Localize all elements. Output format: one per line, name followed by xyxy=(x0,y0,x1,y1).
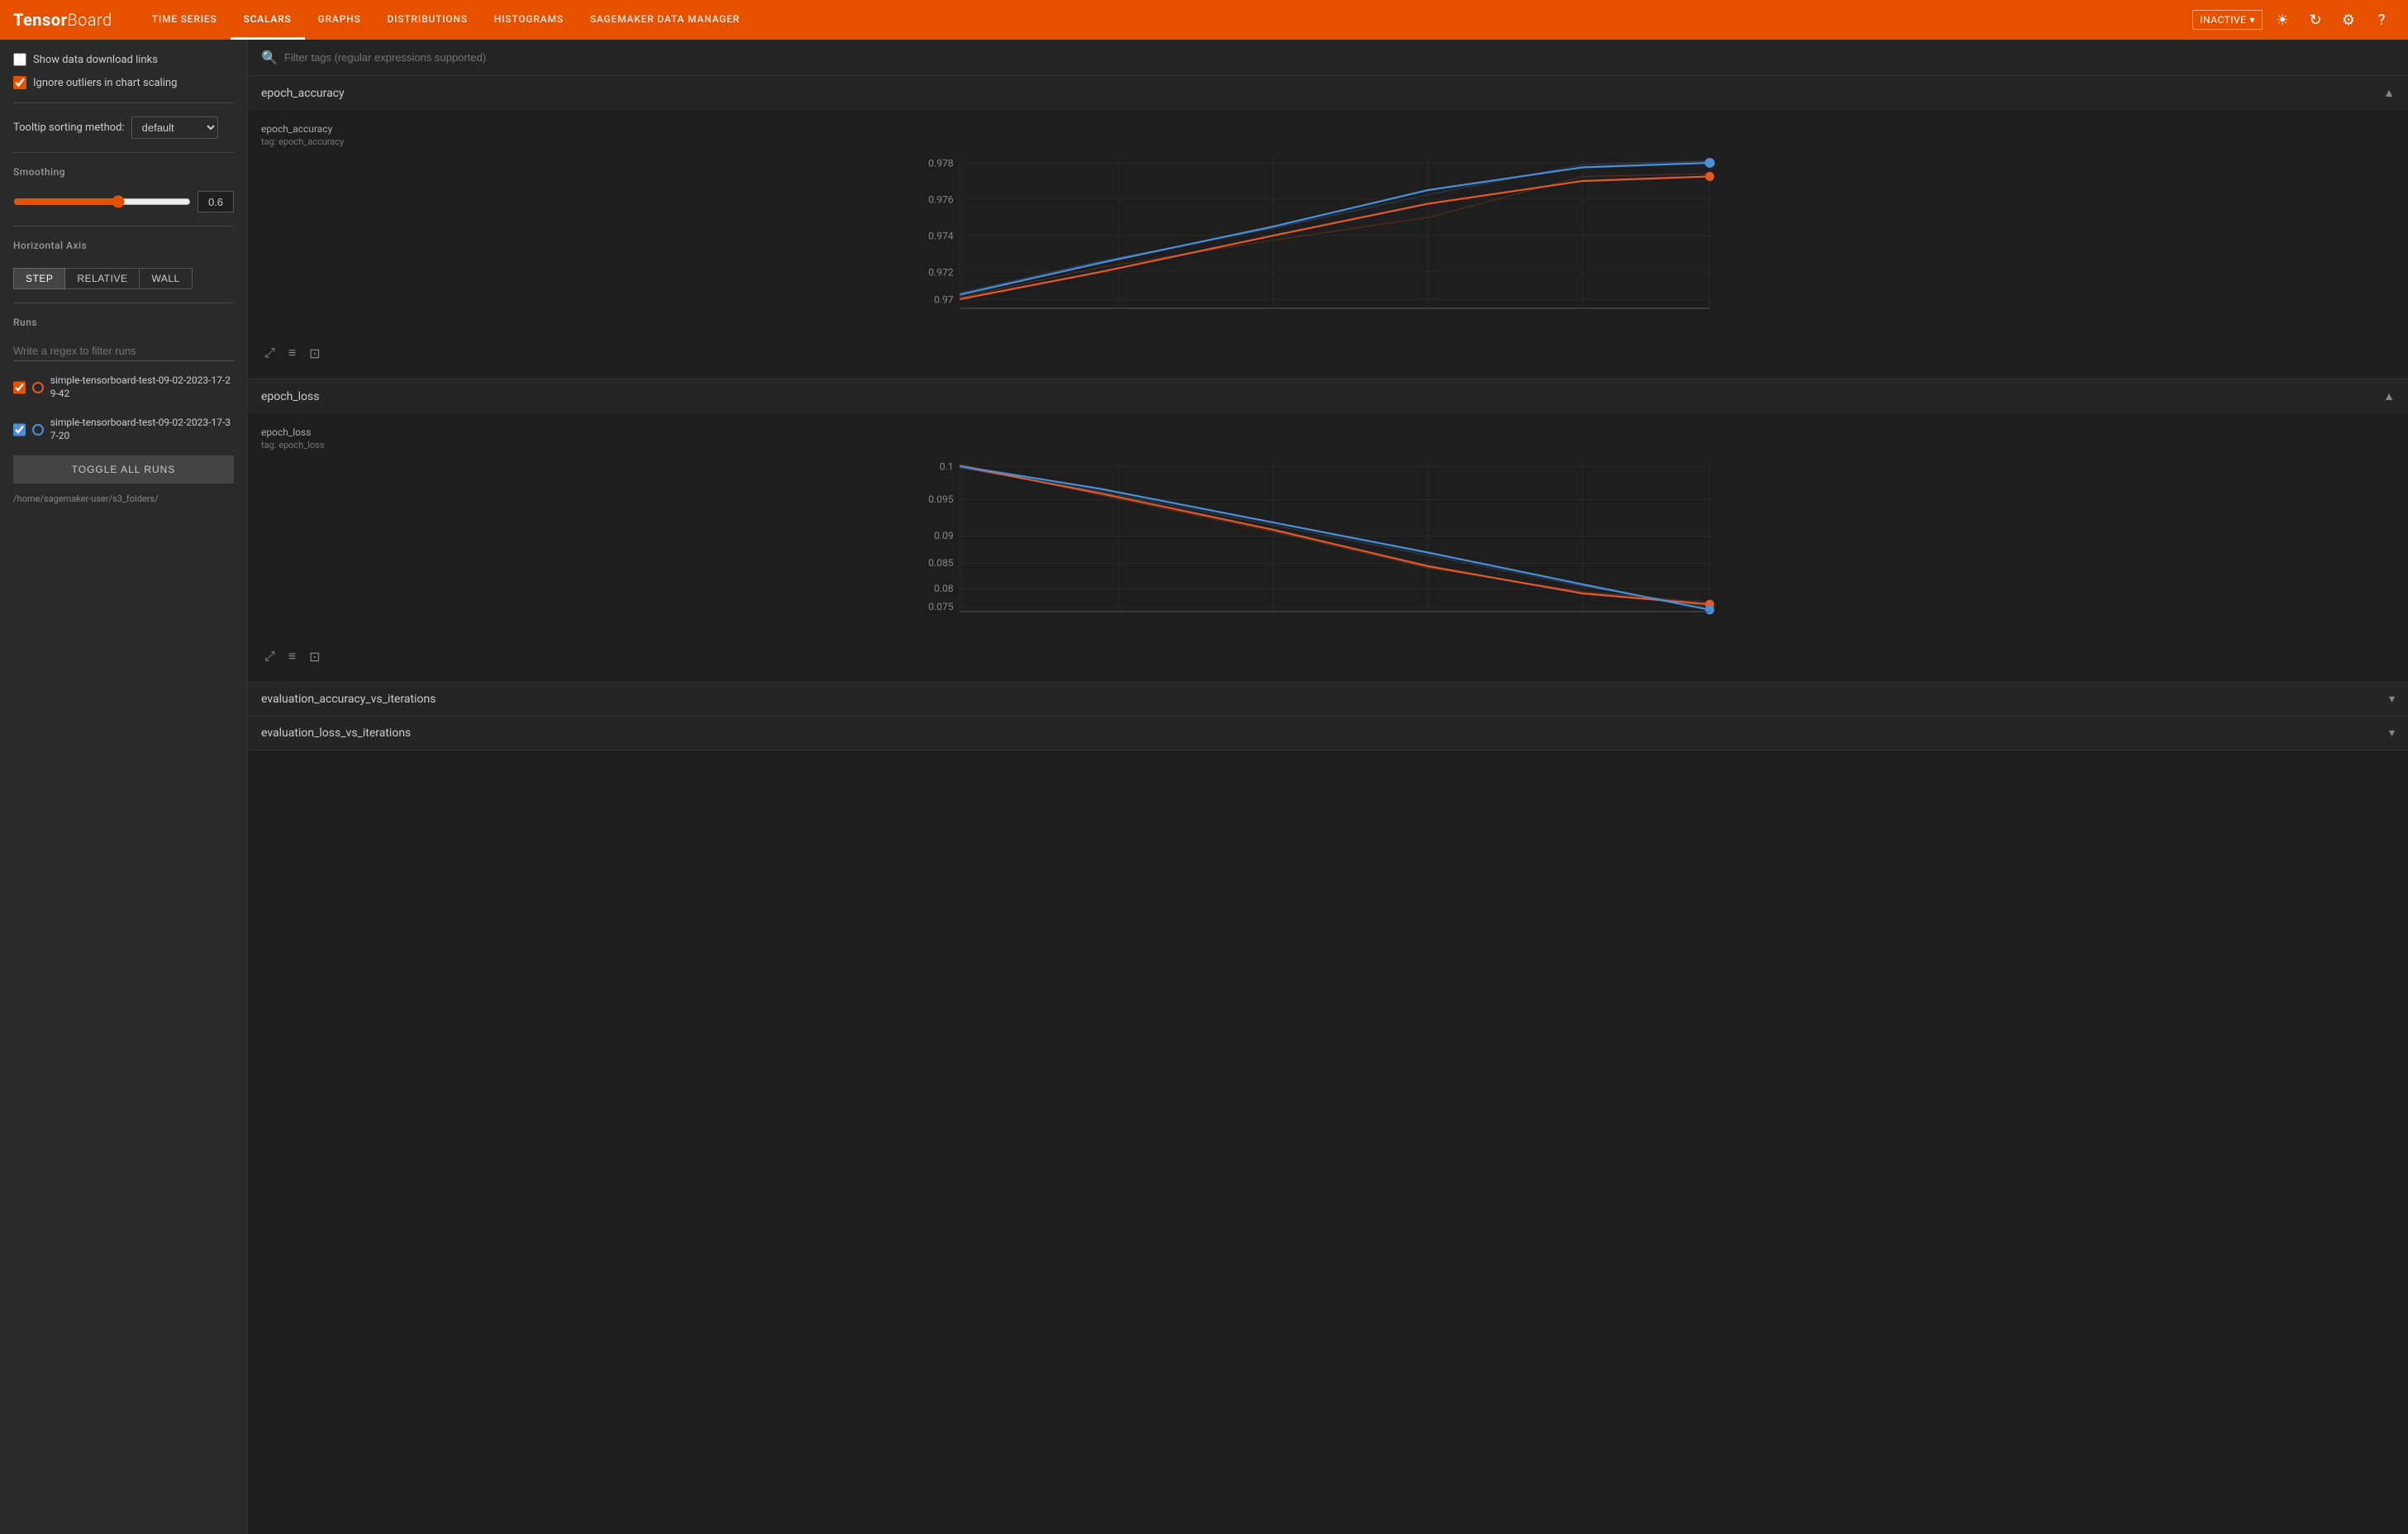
nav-distributions[interactable]: DISTRIBUTIONS xyxy=(374,0,481,40)
filter-input[interactable] xyxy=(284,51,2395,64)
axis-relative-button[interactable]: RELATIVE xyxy=(65,268,140,289)
epoch-loss-title: epoch_loss xyxy=(261,390,319,403)
toggle-all-runs-button[interactable]: TOGGLE ALL RUNS xyxy=(13,455,234,484)
filter-bar: 🔍 xyxy=(248,40,2408,76)
nav-graphs[interactable]: GRAPHS xyxy=(305,0,374,40)
settings-icon[interactable]: ⚙ xyxy=(2335,7,2362,33)
run-2-checkbox[interactable] xyxy=(13,423,26,436)
tooltip-select[interactable]: default ascending descending xyxy=(131,117,218,139)
image-button[interactable]: ⊡ xyxy=(306,342,323,365)
axis-step-button[interactable]: STEP xyxy=(13,268,65,289)
refresh-icon[interactable]: ↻ xyxy=(2302,7,2329,33)
divider-1 xyxy=(13,102,234,103)
epoch-loss-svg: 0.1 0.095 0.09 0.085 0.08 0.075 xyxy=(261,457,2395,639)
run-1-name: simple-tensorboard-test-09-02-2023-17-29… xyxy=(50,374,234,400)
run-1-color-circle xyxy=(32,382,44,393)
expand-chart-button[interactable]: ⤢ xyxy=(261,342,278,365)
nav-scalars[interactable]: SCALARS xyxy=(231,0,305,40)
eval-loss-title: evaluation_loss_vs_iterations xyxy=(261,727,411,740)
logo-text1: Tensor xyxy=(13,10,67,30)
svg-text:0.976: 0.976 xyxy=(928,193,954,205)
eval-accuracy-chevron: ▾ xyxy=(2389,693,2395,706)
eval-accuracy-header[interactable]: evaluation_accuracy_vs_iterations ▾ xyxy=(248,683,2408,716)
epoch-loss-body: epoch_loss tag: epoch_loss 0.1 0.095 0.0… xyxy=(248,413,2408,682)
smoothing-label: Smoothing xyxy=(13,166,234,178)
logo: TensorBoard xyxy=(13,10,112,30)
eval-accuracy-section: evaluation_accuracy_vs_iterations ▾ xyxy=(248,683,2408,717)
show-data-links-checkbox[interactable]: Show data download links xyxy=(13,53,234,66)
folder-path: /home/sagemaker-user/s3_folders/ xyxy=(13,493,234,504)
axis-wall-button[interactable]: WALL xyxy=(140,268,192,289)
epoch-accuracy-chart: 0.978 0.976 0.974 0.972 0.97 xyxy=(261,154,2395,336)
expand-loss-chart-button[interactable]: ⤢ xyxy=(261,646,278,669)
epoch-loss-chart-subtitle: tag: epoch_loss xyxy=(261,440,2395,450)
axis-label: Horizontal Axis xyxy=(13,240,234,251)
smoothing-slider[interactable] xyxy=(13,195,191,208)
epoch-accuracy-section: epoch_accuracy ▲ epoch_accuracy tag: epo… xyxy=(248,76,2408,379)
header: TensorBoard TIME SERIES SCALARS GRAPHS D… xyxy=(0,0,2408,40)
svg-text:0.1: 0.1 xyxy=(940,460,954,472)
smoothing-row: 0.6 xyxy=(13,191,234,212)
epoch-accuracy-chart-title: epoch_accuracy xyxy=(261,123,2395,135)
eval-loss-header[interactable]: evaluation_loss_vs_iterations ▾ xyxy=(248,717,2408,750)
epoch-accuracy-chevron: ▲ xyxy=(2383,86,2395,100)
epoch-accuracy-body: epoch_accuracy tag: epoch_accuracy 0.978… xyxy=(248,110,2408,379)
tooltip-row: Tooltip sorting method: default ascendin… xyxy=(13,117,234,139)
logo-text2: Board xyxy=(67,10,112,30)
svg-text:0.974: 0.974 xyxy=(928,230,954,241)
svg-text:0.97: 0.97 xyxy=(934,293,954,305)
svg-text:0.978: 0.978 xyxy=(928,157,954,169)
svg-text:0.972: 0.972 xyxy=(928,266,954,278)
run-item-1[interactable]: simple-tensorboard-test-09-02-2023-17-29… xyxy=(13,371,234,403)
epoch-loss-header[interactable]: epoch_loss ▲ xyxy=(248,379,2408,413)
image-loss-button[interactable]: ⊡ xyxy=(306,646,323,669)
chevron-down-icon: ▾ xyxy=(2249,14,2255,26)
epoch-accuracy-actions: ⤢ ≡ ⊡ xyxy=(261,342,2395,365)
epoch-accuracy-header[interactable]: epoch_accuracy ▲ xyxy=(248,76,2408,110)
svg-text:0.085: 0.085 xyxy=(928,557,954,569)
status-dropdown[interactable]: INACTIVE ▾ xyxy=(2192,10,2263,30)
svg-text:0.08: 0.08 xyxy=(934,583,954,594)
nav-sagemaker[interactable]: SAGEMAKER DATA MANAGER xyxy=(577,0,753,40)
epoch-loss-chevron: ▲ xyxy=(2383,389,2395,403)
list-view-button[interactable]: ≡ xyxy=(285,342,299,365)
brightness-icon[interactable]: ☀ xyxy=(2269,7,2296,33)
layout: Show data download links Ignore outliers… xyxy=(0,40,2408,1534)
run-item-2[interactable]: simple-tensorboard-test-09-02-2023-17-37… xyxy=(13,413,234,445)
divider-2 xyxy=(13,152,234,153)
ignore-outliers-checkbox[interactable]: Ignore outliers in chart scaling xyxy=(13,76,234,89)
epoch-loss-chart-title: epoch_loss xyxy=(261,426,2395,438)
eval-accuracy-title: evaluation_accuracy_vs_iterations xyxy=(261,693,435,706)
help-icon[interactable]: ? xyxy=(2368,7,2395,33)
header-right: INACTIVE ▾ ☀ ↻ ⚙ ? xyxy=(2192,7,2395,33)
svg-text:0.075: 0.075 xyxy=(928,601,954,612)
nav-time-series[interactable]: TIME SERIES xyxy=(139,0,231,40)
axis-buttons: STEP RELATIVE WALL xyxy=(13,268,234,289)
svg-text:0.095: 0.095 xyxy=(928,493,954,505)
search-icon: 🔍 xyxy=(261,50,278,65)
run-2-color-circle xyxy=(32,424,44,436)
epoch-accuracy-chart-subtitle: tag: epoch_accuracy xyxy=(261,136,2395,147)
sidebar: Show data download links Ignore outliers… xyxy=(0,40,248,1534)
runs-filter-input[interactable] xyxy=(13,341,234,361)
list-loss-view-button[interactable]: ≡ xyxy=(285,646,299,669)
epoch-loss-actions: ⤢ ≡ ⊡ xyxy=(261,646,2395,669)
nav-histograms[interactable]: HISTOGRAMS xyxy=(481,0,577,40)
eval-loss-chevron: ▾ xyxy=(2389,727,2395,740)
run-1-checkbox[interactable] xyxy=(13,381,26,394)
epoch-accuracy-svg: 0.978 0.976 0.974 0.972 0.97 xyxy=(261,154,2395,336)
run-2-name: simple-tensorboard-test-09-02-2023-17-37… xyxy=(50,417,234,442)
epoch-accuracy-title: epoch_accuracy xyxy=(261,87,345,100)
eval-loss-section: evaluation_loss_vs_iterations ▾ xyxy=(248,717,2408,750)
svg-text:0.09: 0.09 xyxy=(934,530,954,541)
runs-label: Runs xyxy=(13,317,234,328)
main-content: 🔍 epoch_accuracy ▲ epoch_accuracy tag: e… xyxy=(248,40,2408,1534)
smoothing-value-input[interactable]: 0.6 xyxy=(197,191,234,212)
epoch-loss-section: epoch_loss ▲ epoch_loss tag: epoch_loss … xyxy=(248,379,2408,683)
epoch-loss-chart: 0.1 0.095 0.09 0.085 0.08 0.075 xyxy=(261,457,2395,639)
